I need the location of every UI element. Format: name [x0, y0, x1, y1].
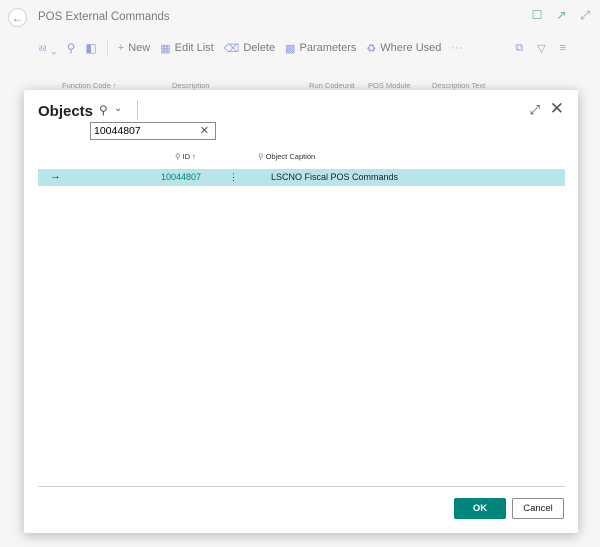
search-input[interactable]: [91, 123, 194, 139]
footer-divider: [38, 486, 565, 487]
col-id-header[interactable]: ⚲ ID ↑: [175, 152, 196, 161]
search-icon: ⚲: [175, 152, 181, 161]
row-arrow-icon: →: [50, 170, 61, 182]
col-caption-label: Object Caption: [265, 152, 316, 161]
expand-icon[interactable]: ⤢: [530, 102, 540, 118]
search-field[interactable]: ✕: [90, 122, 216, 140]
row-caption: LSCNO Fiscal POS Commands: [271, 172, 399, 182]
cancel-button[interactable]: Cancel: [512, 498, 564, 519]
close-icon[interactable]: ✕: [550, 99, 564, 119]
col-caption-header[interactable]: ⚲ Object Caption: [258, 152, 315, 161]
chevron-down-icon[interactable]: ⌄: [114, 103, 122, 114]
ok-button[interactable]: OK: [454, 498, 506, 519]
clear-icon[interactable]: ✕: [200, 124, 209, 137]
search-icon[interactable]: ⚲: [99, 103, 108, 117]
search-icon: ⚲: [258, 152, 264, 161]
row-menu-icon[interactable]: ⋮: [229, 172, 238, 183]
objects-dialog: Objects ⚲ ⌄ ✕ ⤢ ✕ ⚲ ID ↑ ⚲ Object Captio…: [24, 90, 578, 533]
dialog-title: Objects: [38, 103, 94, 120]
table-row[interactable]: → 10044807 ⋮ LSCNO Fiscal POS Commands: [38, 169, 565, 186]
col-id-label: ID ↑: [182, 152, 196, 161]
dialog-divider: [137, 100, 138, 120]
row-id[interactable]: 10044807: [161, 172, 201, 182]
